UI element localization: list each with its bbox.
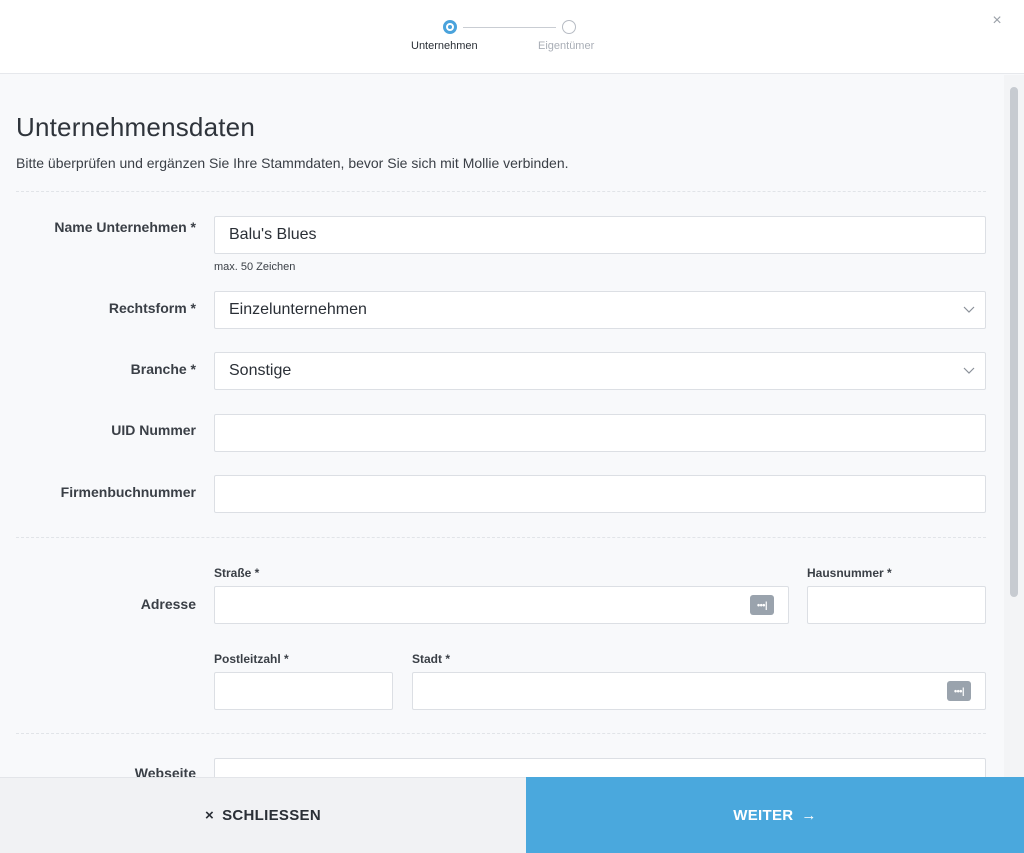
page-title: Unternehmensdaten [16, 112, 255, 142]
close-button[interactable]: × SCHLIESSEN [0, 777, 526, 853]
company-name-value: Balu's Blues [229, 226, 317, 243]
next-button[interactable]: WEITER → [526, 777, 1024, 853]
industry-select[interactable]: Sonstige [214, 352, 986, 390]
section-divider [16, 733, 986, 734]
city-input[interactable]: •••| [412, 672, 986, 710]
arrow-right-icon: → [801, 806, 817, 824]
password-manager-icon[interactable]: •••| [750, 595, 774, 615]
company-name-input[interactable]: Balu's Blues [214, 216, 986, 254]
modal-footer: × SCHLIESSEN WEITER → [0, 777, 1024, 853]
postal-code-label: Postleitzahl * [214, 652, 289, 666]
uid-number-label: UID Nummer [111, 422, 196, 438]
city-label: Stadt * [412, 652, 451, 666]
page-subtitle: Bitte überprüfen und ergänzen Sie Ihre S… [16, 155, 569, 171]
step-indicator-active [443, 20, 457, 34]
company-name-label: Name Unternehmen * [54, 219, 196, 235]
stepper: Unternehmen Eigentümer [0, 0, 1024, 74]
uid-number-input[interactable] [214, 414, 986, 452]
chevron-down-icon [963, 364, 975, 378]
address-label: Adresse [140, 596, 196, 612]
close-icon[interactable]: × [990, 13, 1004, 29]
scrollbar-thumb[interactable] [1010, 87, 1018, 597]
section-divider [16, 537, 986, 538]
step-indicator-inactive [562, 20, 576, 34]
company-name-hint: max. 50 Zeichen [214, 261, 296, 273]
password-manager-icon[interactable]: •••| [947, 681, 971, 701]
website-label: Webseite [134, 765, 196, 777]
legal-form-value: Einzelunternehmen [229, 301, 367, 318]
next-button-label: WEITER [733, 806, 794, 824]
street-input[interactable]: •••| [214, 586, 789, 624]
scrollbar-track[interactable] [1004, 75, 1024, 777]
industry-value: Sonstige [229, 362, 292, 379]
form-content: Unternehmensdaten Bitte überprüfen und e… [0, 75, 1004, 777]
legal-form-label: Rechtsform * [108, 300, 196, 316]
house-number-input[interactable] [807, 586, 986, 624]
step-label-eigentuemer: Eigentümer [538, 40, 595, 52]
registry-number-input[interactable] [214, 475, 986, 513]
industry-label: Branche * [130, 361, 196, 377]
section-divider [16, 191, 986, 192]
step-connector [463, 27, 556, 28]
registry-number-label: Firmenbuchnummer [60, 484, 196, 500]
website-input[interactable] [214, 758, 986, 777]
close-icon: × [205, 807, 215, 824]
close-button-label: SCHLIESSEN [222, 807, 321, 824]
postal-code-input[interactable] [214, 672, 393, 710]
legal-form-select[interactable]: Einzelunternehmen [214, 291, 986, 329]
chevron-down-icon [963, 303, 975, 317]
step-label-unternehmen: Unternehmen [411, 40, 478, 52]
street-label: Straße * [214, 566, 260, 580]
modal-header: Unternehmen Eigentümer × [0, 0, 1024, 74]
house-number-label: Hausnummer * [807, 566, 892, 580]
